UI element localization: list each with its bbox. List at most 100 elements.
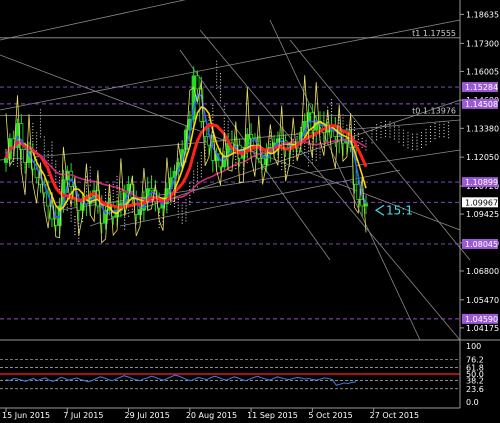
cloud-dot <box>330 111 333 113</box>
cloud-dot <box>177 207 179 209</box>
cloud-dot <box>173 202 176 205</box>
cloud-dot <box>353 129 356 132</box>
cloud-dot <box>425 135 427 137</box>
cloud-dot <box>47 156 49 159</box>
price-tick-label: 1.09425 <box>466 210 499 219</box>
cloud-dot <box>319 154 321 156</box>
cloud-dot <box>85 185 88 187</box>
cloud-dot <box>116 182 118 184</box>
cloud-dot <box>223 105 225 107</box>
cloud-dot <box>315 150 317 152</box>
cloud-dot <box>380 121 382 124</box>
cloud-dot <box>425 132 427 134</box>
cloud-dot <box>193 179 195 181</box>
cloud-dot <box>81 220 84 223</box>
cloud-dot <box>39 133 42 135</box>
cloud-dot <box>70 217 72 219</box>
cloud-dot <box>223 108 225 110</box>
cloud-dot <box>196 174 199 176</box>
oscillator-tick-label: 23.6 <box>466 385 484 394</box>
oscillator-tick-label: 100 <box>466 342 481 351</box>
cloud-dot <box>39 109 42 111</box>
cloud-dot <box>429 137 432 140</box>
cloud-dot <box>398 132 400 134</box>
level-box-label: 1.14508 <box>465 100 498 109</box>
cloud-dot <box>389 136 391 138</box>
cloud-dot <box>219 100 222 102</box>
cloud-dot <box>51 156 53 158</box>
time-tick-label: 5 Oct 2015 <box>308 411 352 420</box>
cloud-dot <box>438 133 441 135</box>
cloud-dot <box>66 203 68 205</box>
cloud-dot <box>223 123 225 125</box>
cloud-dot <box>200 155 202 157</box>
cloud-dot <box>420 140 423 143</box>
cloud-dot <box>420 146 423 149</box>
cloud-dot <box>346 124 348 126</box>
cloud-dot <box>411 148 414 150</box>
cloud-dot <box>51 150 53 152</box>
cloud-dot <box>407 144 409 146</box>
candle-body <box>363 203 368 207</box>
cloud-dot <box>200 176 202 178</box>
cloud-dot <box>447 137 450 139</box>
cloud-dot <box>407 135 409 137</box>
cloud-dot <box>227 127 229 129</box>
cloud-dot <box>429 134 432 137</box>
cloud-dot <box>189 194 191 197</box>
cloud-dot <box>393 126 396 128</box>
cloud-dot <box>434 123 436 125</box>
cloud-dot <box>292 138 294 140</box>
level-box-label: 1.10899 <box>465 178 498 187</box>
cloud-dot <box>365 140 367 142</box>
cloud-dot <box>196 180 199 182</box>
cloud-dot <box>393 129 396 131</box>
cloud-dot <box>16 159 19 161</box>
cloud-dot <box>380 127 382 130</box>
cloud-dot <box>112 198 114 200</box>
cloud-dot <box>196 177 199 179</box>
cloud-dot <box>131 208 133 210</box>
cloud-dot <box>74 219 76 221</box>
trend-line <box>289 39 471 261</box>
cloud-dot <box>200 158 202 160</box>
cloud-dot <box>227 124 229 126</box>
cloud-dot <box>47 153 49 156</box>
cloud-dot <box>429 125 432 128</box>
cloud-dot <box>319 145 321 147</box>
cloud-dot <box>434 129 436 131</box>
cloud-dot <box>447 131 450 133</box>
cloud-dot <box>181 204 183 206</box>
cloud-dot <box>384 120 387 123</box>
cloud-dot <box>181 222 183 224</box>
cloud-dot <box>78 240 80 242</box>
cloud-dot <box>104 188 107 190</box>
cloud-dot <box>74 234 76 236</box>
cloud-dot <box>39 127 42 129</box>
cloud-dot <box>55 178 57 180</box>
cloud-dot <box>216 84 218 86</box>
cloud-dot <box>193 170 195 172</box>
cloud-dot <box>36 135 38 137</box>
cloud-dot <box>189 188 191 191</box>
cloud-dot <box>307 144 310 146</box>
cloud-dot <box>402 132 405 134</box>
cloud-dot <box>112 183 114 185</box>
cloud-dot <box>227 121 229 123</box>
cloud-dot <box>384 129 387 132</box>
price-tick-label: 1.16005 <box>466 67 499 76</box>
cloud-dot <box>70 214 72 216</box>
cloud-dot <box>124 225 126 227</box>
cloud-dot <box>443 126 445 129</box>
level-box-label: 1.15284 <box>465 83 498 92</box>
cloud-dot <box>292 162 294 164</box>
cloud-dot <box>85 188 88 190</box>
candle-body <box>23 149 28 163</box>
cloud-dot <box>39 118 42 120</box>
cloud-dot <box>235 167 237 170</box>
cloud-dot <box>216 75 218 77</box>
cloud-dot <box>89 178 91 180</box>
cloud-dot <box>39 112 42 114</box>
cloud-dot <box>315 153 317 155</box>
cloud-dot <box>59 170 61 172</box>
